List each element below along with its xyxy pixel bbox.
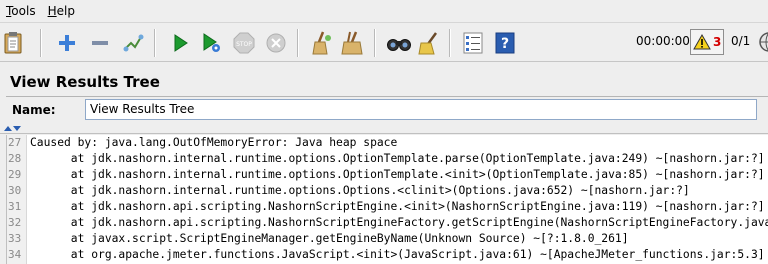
line-text: at jdk.nashorn.api.scripting.NashornScri…: [30, 200, 765, 213]
clear-all-button[interactable]: [338, 27, 368, 59]
help-button[interactable]: ?: [490, 27, 520, 59]
reset-search-button[interactable]: [414, 27, 444, 59]
collapse-down-arrow-icon[interactable]: [13, 125, 21, 132]
splitter-bar[interactable]: [0, 124, 768, 134]
svg-text:STOP: STOP: [236, 41, 252, 48]
line-text: at jdk.nashorn.api.scripting.NashornScri…: [30, 216, 768, 229]
line-text: at jdk.nashorn.internal.runtime.options.…: [30, 168, 765, 181]
stop-button[interactable]: STOP: [229, 27, 259, 59]
toolbar-separator: [154, 29, 156, 57]
stop-icon: STOP: [233, 32, 255, 54]
line-number: 34: [8, 248, 22, 261]
menu-help[interactable]: Help: [42, 0, 81, 22]
clear-button[interactable]: [306, 27, 336, 59]
line-text: at org.apache.jmeter.functions.JavaScrip…: [30, 248, 765, 261]
collapse-all-button[interactable]: [85, 27, 115, 59]
name-field[interactable]: View Results Tree: [85, 99, 757, 120]
toolbar-separator: [40, 29, 42, 57]
line-text: at jdk.nashorn.internal.runtime.options.…: [30, 152, 765, 165]
line-number: 28: [8, 152, 22, 165]
name-label: Name:: [12, 103, 56, 117]
warning-count: 3: [713, 35, 722, 49]
shutdown-button[interactable]: [261, 27, 291, 59]
active-threads: 0/1: [731, 34, 751, 48]
help-icon: ?: [495, 32, 515, 54]
clear-all-icon: [341, 31, 363, 55]
search-button[interactable]: [384, 27, 414, 59]
shutdown-icon: [266, 33, 286, 53]
menu-help-mnemonic: H: [47, 4, 57, 18]
toolbar: STOP ? 00:00:00 3 0/1: [0, 22, 768, 62]
remote-status: [758, 31, 768, 53]
toolbar-separator: [449, 29, 451, 57]
clear-icon: [312, 31, 331, 55]
collapse-up-arrow-icon[interactable]: [4, 125, 12, 132]
toggle-button[interactable]: [118, 27, 148, 59]
panel-divider: [6, 96, 768, 97]
toolbar-separator: [297, 29, 299, 57]
error-log-toggle[interactable]: 3: [690, 29, 724, 55]
elapsed-timer: 00:00:00: [636, 34, 690, 48]
line-text: at jdk.nashorn.internal.runtime.options.…: [30, 184, 690, 197]
reset-search-icon: [418, 32, 438, 55]
start-icon: [174, 34, 188, 52]
clipboard-icon: [4, 32, 22, 54]
line-number: 30: [8, 184, 22, 197]
search-icon: [387, 39, 411, 51]
warning-icon: [693, 34, 711, 50]
line-number: 32: [8, 216, 22, 229]
globe-icon: [759, 32, 768, 52]
log-viewer[interactable]: 27 Caused by: java.lang.OutOfMemoryError:…: [6, 135, 768, 264]
line-number: 31: [8, 200, 22, 213]
line-number: 33: [8, 232, 22, 245]
line-text: Caused by: java.lang.OutOfMemoryError: J…: [30, 136, 398, 149]
menu-tools-label: ools: [11, 4, 36, 18]
menu-tools[interactable]: Tools: [0, 0, 42, 22]
line-number: 27: [8, 136, 22, 149]
expand-all-button[interactable]: [52, 27, 82, 59]
line-number: 29: [8, 168, 22, 181]
function-helper-button[interactable]: [458, 27, 488, 59]
toggle-icon: [123, 34, 144, 52]
toolbar-separator: [374, 29, 376, 57]
start-button[interactable]: [165, 27, 195, 59]
menu-help-label: elp: [56, 4, 75, 18]
start-no-pause-icon: [203, 33, 220, 52]
collapse-icon: [92, 41, 108, 45]
panel-title: View Results Tree: [10, 73, 160, 91]
menu-bar: Tools Help: [0, 0, 768, 22]
start-no-pauses-button[interactable]: [197, 27, 227, 59]
expand-icon: [59, 35, 75, 51]
line-text: at javax.script.ScriptEngineManager.getE…: [30, 232, 629, 245]
clipboard-button[interactable]: [0, 27, 28, 59]
svg-text:?: ?: [501, 36, 509, 52]
function-helper-icon: [463, 32, 483, 54]
